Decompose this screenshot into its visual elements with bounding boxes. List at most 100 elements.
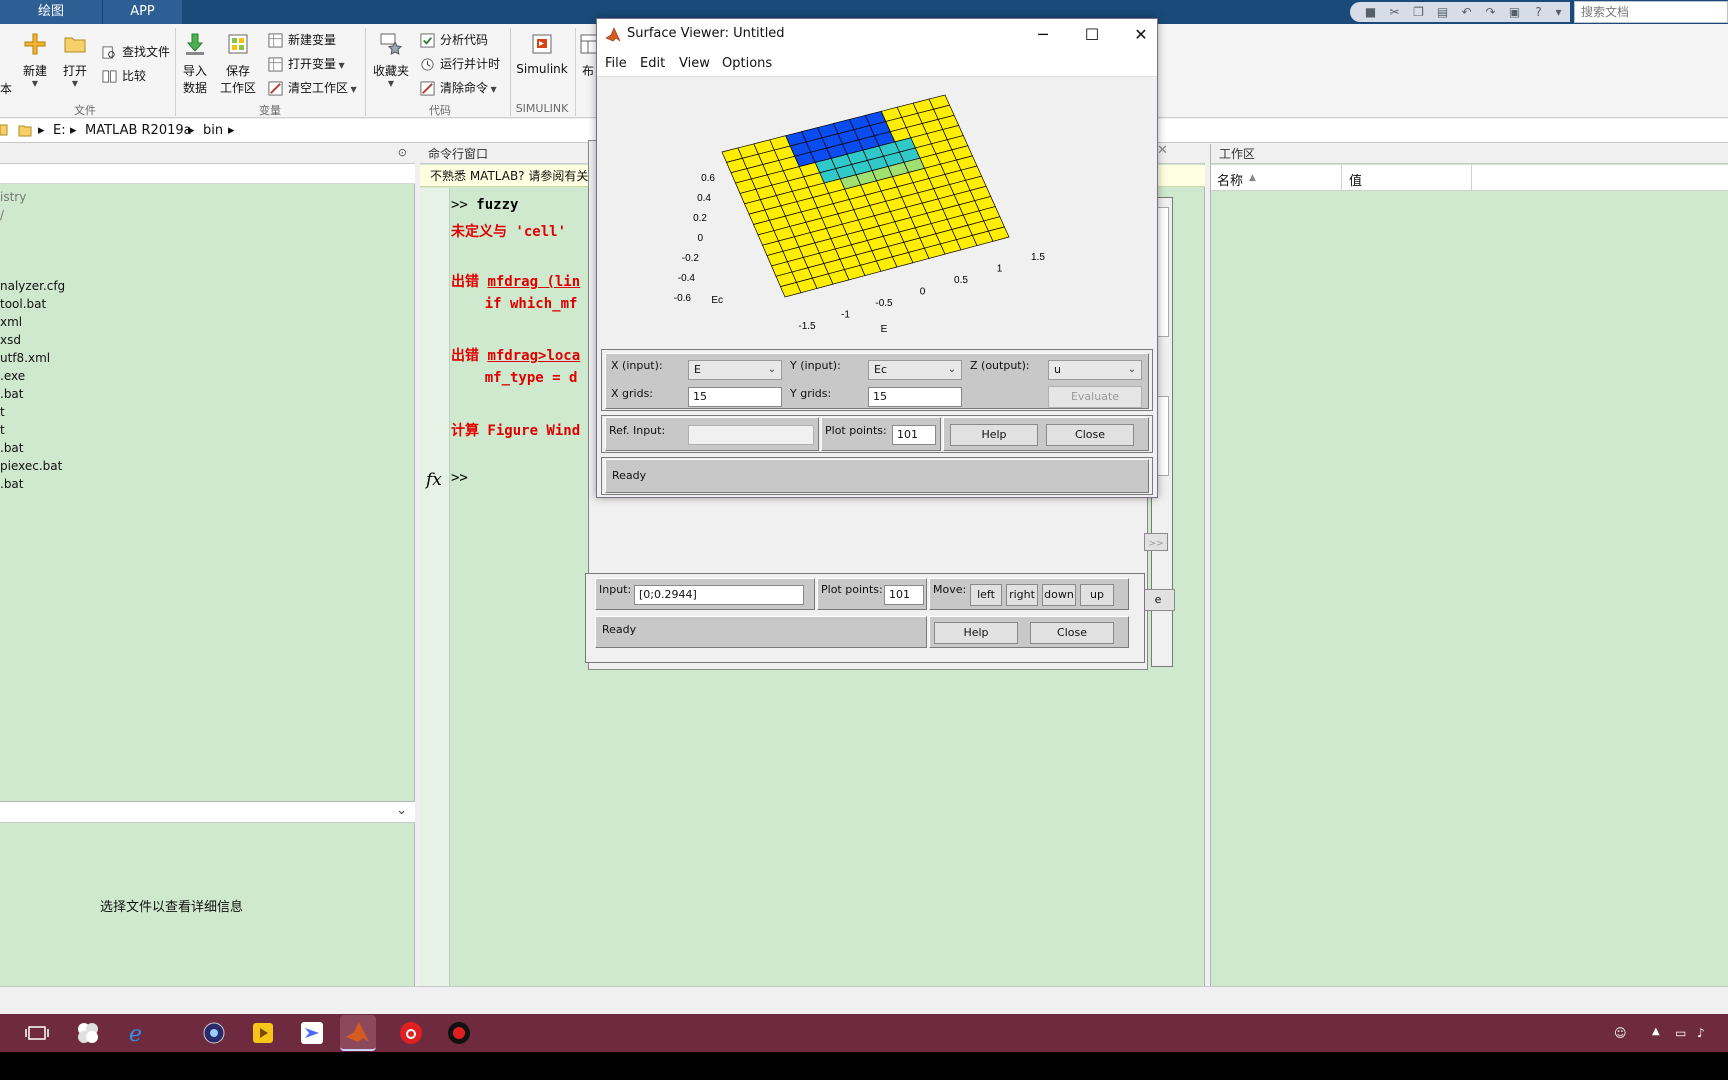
maximize-icon[interactable]: ☐ [1077,24,1107,46]
file-item[interactable]: .bat [0,387,24,401]
menu-view[interactable]: View [679,56,710,71]
netease-music-icon[interactable] [396,1018,426,1048]
column-name[interactable]: 名称 [1217,170,1243,189]
file-item[interactable]: istry [0,190,26,204]
help-button[interactable]: Help [934,622,1018,644]
video-player-icon[interactable] [248,1018,278,1048]
redo-icon[interactable]: ↷ [1484,6,1497,19]
plot-points-field[interactable]: 101 [884,585,924,605]
y-grids-field[interactable]: 15 [868,387,962,407]
menu-options[interactable]: Options [722,56,772,71]
file-item[interactable]: nalyzer.cfg [0,279,65,293]
y-input-dropdown[interactable]: Ec ⌄ [868,360,962,380]
camera-app-icon[interactable] [199,1018,229,1048]
dropdown-icon[interactable]: ▾ [1552,6,1565,19]
search-docs-input[interactable]: 搜索文档 [1574,1,1728,23]
chevron-right-icon: ▸ [38,123,45,138]
open-button[interactable]: 打开 ▼ [52,32,98,88]
plot-points-field[interactable]: 101 [892,425,936,445]
copy-icon[interactable]: ❐ [1412,6,1425,19]
move-left-button[interactable]: left [970,584,1002,606]
file-item[interactable]: / [0,208,4,222]
save-workspace-button[interactable]: 保存 工作区 [215,32,261,96]
clear-workspace-button[interactable]: 清空工作区 ▼ [268,78,357,98]
new-variable-button[interactable]: 新建变量 [268,30,336,50]
surface-viewer-window: Surface Viewer: Untitled ─ ☐ ✕ File Edit… [596,18,1158,498]
menu-edit[interactable]: Edit [640,56,665,71]
close-icon[interactable]: ✕ [1157,143,1168,158]
task-view-icon[interactable] [22,1018,52,1048]
layout-button[interactable]: 布 [578,32,600,79]
analyze-code-button[interactable]: 分析代码 [420,30,488,50]
simulink-button[interactable]: Simulink [514,32,570,76]
z-output-dropdown[interactable]: u ⌄ [1048,360,1142,380]
file-item[interactable]: .bat [0,477,24,491]
find-files-button[interactable]: 查找文件 [102,42,170,62]
error-link[interactable]: mfdrag>loca [487,348,580,364]
internet-explorer-icon[interactable]: e [125,1018,155,1048]
file-item[interactable]: .exe [0,369,25,383]
clear-commands-button[interactable]: 清除命令 ▼ [420,78,497,98]
move-right-button[interactable]: right [1006,584,1038,606]
file-item[interactable]: .bat [0,441,24,455]
volume-icon[interactable]: ♪ [1697,1026,1705,1040]
help-button[interactable]: Help [950,424,1038,446]
open-variable-button[interactable]: 打开变量 ▼ [268,54,345,74]
undo-icon[interactable]: ↶ [1460,6,1473,19]
matlab-taskbar-icon[interactable] [340,1015,376,1051]
tab-app[interactable]: APP [102,0,182,24]
paste-icon[interactable]: ▤ [1436,6,1449,19]
close-icon[interactable]: ✕ [1126,24,1156,46]
minimize-icon[interactable]: ─ [1028,24,1058,46]
file-item[interactable]: xml [0,315,22,329]
save-icon[interactable]: ■ [1364,6,1377,19]
move-down-button[interactable]: down [1042,584,1076,606]
folder-icon[interactable] [18,123,32,137]
people-icon[interactable]: ☺ [1614,1026,1627,1040]
nav-icon[interactable] [0,123,8,137]
move-up-button[interactable]: up [1080,584,1114,606]
compare-button[interactable]: 比较 [102,66,146,86]
help-icon[interactable]: ? [1532,6,1545,19]
breadcrumb-bin[interactable]: bin [203,123,223,138]
command-prompt[interactable]: >> [451,470,468,486]
file-item[interactable]: t [0,405,5,419]
chevron-down-icon[interactable]: ⌄ [396,803,407,818]
details-bar[interactable]: ⌄ [0,801,415,823]
close-button-partial[interactable]: e [1141,589,1175,611]
feishu-app-icon[interactable] [297,1018,327,1048]
switch-windows-icon[interactable]: ▣ [1508,6,1521,19]
column-value[interactable]: 值 [1349,170,1362,189]
run-and-time-button[interactable]: 运行并计时 [420,54,500,74]
x-grids-field[interactable]: 15 [688,387,782,407]
screen-recorder-icon[interactable] [444,1018,474,1048]
file-item[interactable]: piexec.bat [0,459,62,473]
cut-icon[interactable]: ✂ [1388,6,1401,19]
close-button[interactable]: Close [1046,424,1134,446]
breadcrumb-drive[interactable]: E: [53,123,66,138]
menu-file[interactable]: File [605,56,627,71]
input-vector-field[interactable]: [0;0.2944] [634,585,804,605]
x-input-dropdown[interactable]: E ⌄ [688,360,782,380]
file-item[interactable]: tool.bat [0,297,46,311]
breadcrumb-matlab[interactable]: MATLAB R2019a [85,123,192,138]
network-icon[interactable]: ▭ [1675,1026,1686,1040]
fx-icon[interactable]: fx [426,470,442,490]
import-data-button[interactable]: 导入 数据 [172,32,218,96]
file-item[interactable]: utf8.xml [0,351,50,365]
error-link-rest[interactable]: (lin [538,274,580,290]
evaluate-button[interactable]: Evaluate [1048,386,1142,408]
surface-plot-area[interactable]: 0.6 0.4 0.2 0 -0.2 -0.4 -0.6 Ec -1.5 -1 -0.5 0 0.5 1… [597,77,1157,345]
panel-menu-icon[interactable]: ⊙ [398,146,407,159]
surface-viewer-titlebar[interactable]: Surface Viewer: Untitled ─ ☐ ✕ [597,19,1157,51]
file-item[interactable]: xsd [0,333,21,347]
next-button[interactable]: >> [1144,533,1168,551]
close-button[interactable]: Close [1030,622,1114,644]
pinwheel-app-icon[interactable] [73,1018,103,1048]
error-link[interactable]: mfdrag [487,274,538,290]
error-line: mf_type = d [451,370,578,386]
tab-plot[interactable]: 绘图 [0,0,102,24]
favorites-button[interactable]: 收藏夹 ▼ [368,32,414,88]
chevron-up-icon[interactable]: ▲ [1652,1026,1660,1037]
file-item[interactable]: t [0,423,5,437]
